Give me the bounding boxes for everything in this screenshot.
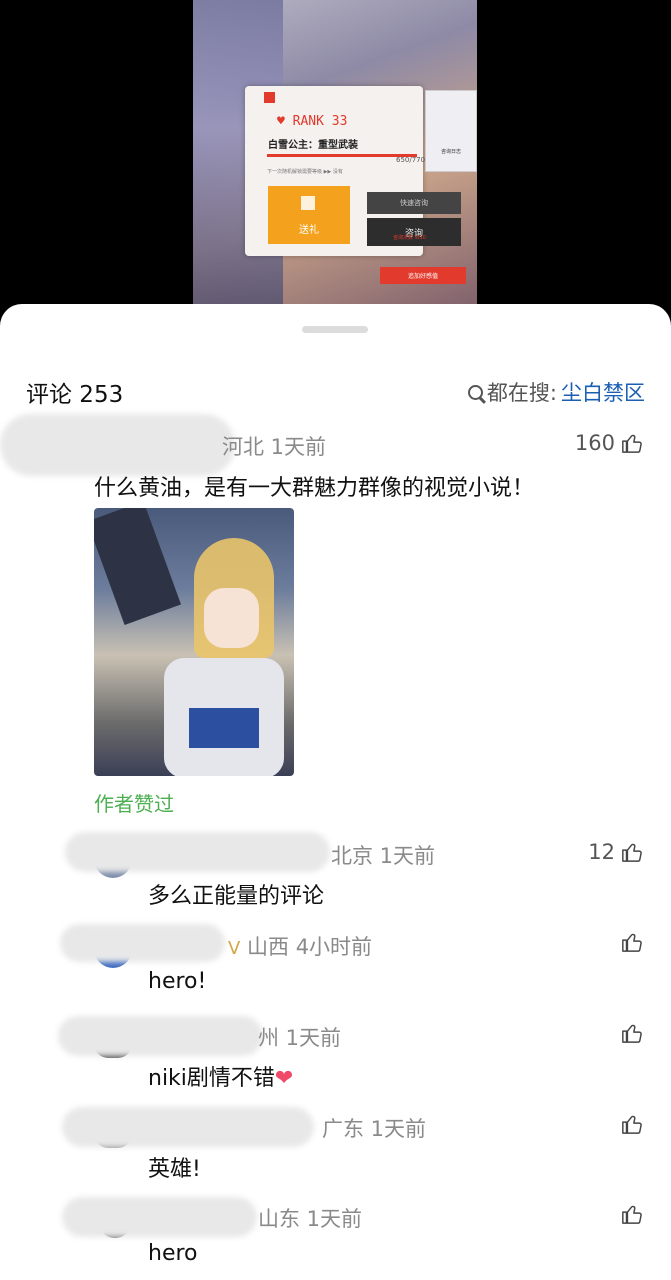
like-button[interactable] bbox=[621, 1113, 643, 1135]
heart-emoji-icon: ❤ bbox=[274, 1066, 294, 1091]
comment-meta: 广东 1天前 bbox=[322, 1117, 427, 1141]
comment-text: hero bbox=[148, 1241, 198, 1266]
drag-handle[interactable] bbox=[302, 326, 368, 333]
consult-button[interactable]: 咨询 bbox=[367, 218, 461, 246]
like-button[interactable] bbox=[621, 1022, 643, 1044]
blurred-username bbox=[65, 832, 330, 872]
rank-label: ♥ RANK 33 bbox=[277, 114, 348, 129]
add-favor-button[interactable]: 追加好感值 bbox=[380, 267, 466, 284]
like-button[interactable] bbox=[621, 1203, 643, 1225]
star-icon bbox=[264, 92, 275, 103]
quick-consult-button[interactable]: 快速咨询 bbox=[367, 192, 461, 214]
search-icon bbox=[467, 384, 483, 400]
comment-text: 英雄! bbox=[148, 1157, 201, 1182]
blurred-username bbox=[58, 1016, 263, 1056]
image-face bbox=[204, 588, 259, 648]
consult-count: 咨询次数 9/10 bbox=[393, 235, 426, 241]
comment-meta: 州 1天前 bbox=[258, 1026, 342, 1050]
like-button[interactable]: 160 bbox=[575, 431, 643, 455]
blurred-username bbox=[62, 1197, 257, 1237]
image-arm bbox=[94, 508, 182, 625]
blurred-username bbox=[0, 414, 235, 476]
rank-progress-bar bbox=[267, 154, 417, 157]
comment-meta: 北京 1天前 bbox=[331, 844, 436, 868]
thumbs-up-icon bbox=[621, 931, 643, 953]
thumbs-up-icon bbox=[621, 1203, 643, 1225]
gift-label: 送礼 bbox=[299, 225, 319, 236]
thumbs-up-icon bbox=[621, 1022, 643, 1044]
like-count: 12 bbox=[588, 840, 615, 864]
like-count: 160 bbox=[574, 431, 615, 455]
like-button[interactable] bbox=[621, 931, 643, 953]
comment-count-title: 评论 253 bbox=[26, 382, 124, 408]
thumbs-up-icon bbox=[621, 841, 643, 863]
comment-text: 多么正能量的评论 bbox=[148, 884, 325, 909]
rank-progress-hint: 下一次随机解锁需要等级 ▶▶ 没有 bbox=[267, 169, 343, 175]
comment-text: hero! bbox=[148, 969, 207, 994]
comment-meta: 山东 1天前 bbox=[258, 1207, 363, 1231]
comment-meta: Ⅴ 山西 4小时前 bbox=[228, 931, 372, 961]
author-liked-label: 作者赞过 bbox=[94, 792, 174, 816]
blurred-username bbox=[62, 1107, 314, 1147]
gift-icon bbox=[301, 196, 315, 210]
comment-meta-text: 山西 4小时前 bbox=[247, 935, 373, 959]
comment-text: 什么黄油，是有一大群魅力群像的视觉小说！ bbox=[94, 476, 535, 501]
gift-button[interactable]: 送礼 bbox=[268, 186, 350, 244]
character-card bbox=[425, 90, 477, 172]
blurred-username bbox=[60, 924, 225, 962]
thumbs-up-icon bbox=[621, 432, 643, 454]
comment-sheet: 评论 253 都在搜: 尘白禁区 河北 1天前 160 什么黄油，是有一大群魅力… bbox=[0, 304, 671, 1280]
rank-progress-count: 650/770 bbox=[396, 156, 426, 164]
thumbs-up-icon bbox=[621, 1113, 643, 1135]
character-caption: 咨询日志 bbox=[441, 149, 462, 155]
comment-text: niki剧情不错❤ bbox=[148, 1060, 293, 1092]
character-name: 白雪公主：重型武装 bbox=[268, 140, 358, 151]
comment-meta: 河北 1天前 bbox=[222, 435, 327, 459]
comment-image[interactable] bbox=[94, 508, 294, 776]
search-suggestion[interactable]: 都在搜: 尘白禁区 bbox=[467, 377, 645, 407]
badge-icon: Ⅴ bbox=[228, 938, 241, 959]
comment-text-body: niki剧情不错 bbox=[148, 1066, 275, 1091]
search-prefix: 都在搜: bbox=[486, 381, 557, 405]
image-badge bbox=[189, 708, 259, 748]
like-button[interactable]: 12 bbox=[588, 840, 643, 864]
search-keyword[interactable]: 尘白禁区 bbox=[561, 377, 645, 407]
video-frame[interactable]: ♥ RANK 33 白雪公主：重型武装 650/770 下一次随机解锁需要等级 … bbox=[193, 0, 477, 320]
